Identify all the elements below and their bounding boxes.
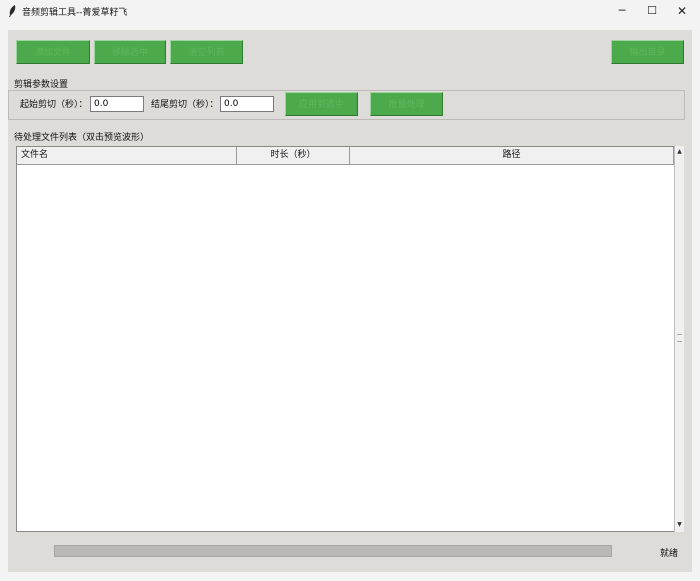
end-trim-label: 结尾剪切（秒）： — [151, 100, 219, 110]
apply-selected-button[interactable]: 应用到选中 — [285, 92, 358, 116]
remove-selected-button[interactable]: 移除选中 — [94, 40, 166, 64]
scroll-down-icon[interactable]: ▼ — [675, 520, 684, 530]
file-list-table[interactable]: 文件名 时长（秒） 路径 — [16, 146, 684, 532]
start-trim-label: 起始剪切（秒）： — [20, 100, 88, 110]
start-trim-input[interactable] — [90, 96, 144, 112]
batch-process-button[interactable]: 批量处理 — [370, 92, 443, 116]
close-button[interactable]: ✕ — [666, 0, 698, 22]
add-files-button[interactable]: 添加文件 — [16, 40, 90, 64]
feather-icon — [9, 5, 16, 17]
window-title: 音频剪辑工具--菁爱草籽飞 — [22, 8, 128, 18]
output-dir-button[interactable]: 输出目录 — [611, 40, 684, 64]
column-header-path[interactable]: 路径 — [350, 147, 674, 165]
status-text: 就绪 — [660, 549, 679, 559]
scroll-up-icon[interactable]: ▲ — [675, 147, 684, 157]
column-header-filename[interactable]: 文件名 — [17, 147, 237, 165]
column-header-duration[interactable]: 时长（秒） — [237, 147, 350, 165]
scroll-grip-icon[interactable] — [677, 334, 682, 342]
params-section-label: 剪辑参数设置 — [14, 80, 69, 90]
clear-list-button[interactable]: 清空列表 — [170, 40, 243, 64]
minimize-button[interactable]: ─ — [606, 0, 638, 22]
title-bar[interactable]: 音频剪辑工具--菁爱草籽飞 ─ ☐ ✕ — [0, 0, 700, 22]
end-trim-input[interactable] — [220, 96, 274, 112]
progress-bar — [54, 545, 612, 557]
file-list-label: 待处理文件列表（双击预览波形） — [14, 133, 150, 143]
vertical-scrollbar[interactable]: ▲ ▼ — [674, 146, 684, 532]
maximize-button[interactable]: ☐ — [636, 0, 668, 22]
